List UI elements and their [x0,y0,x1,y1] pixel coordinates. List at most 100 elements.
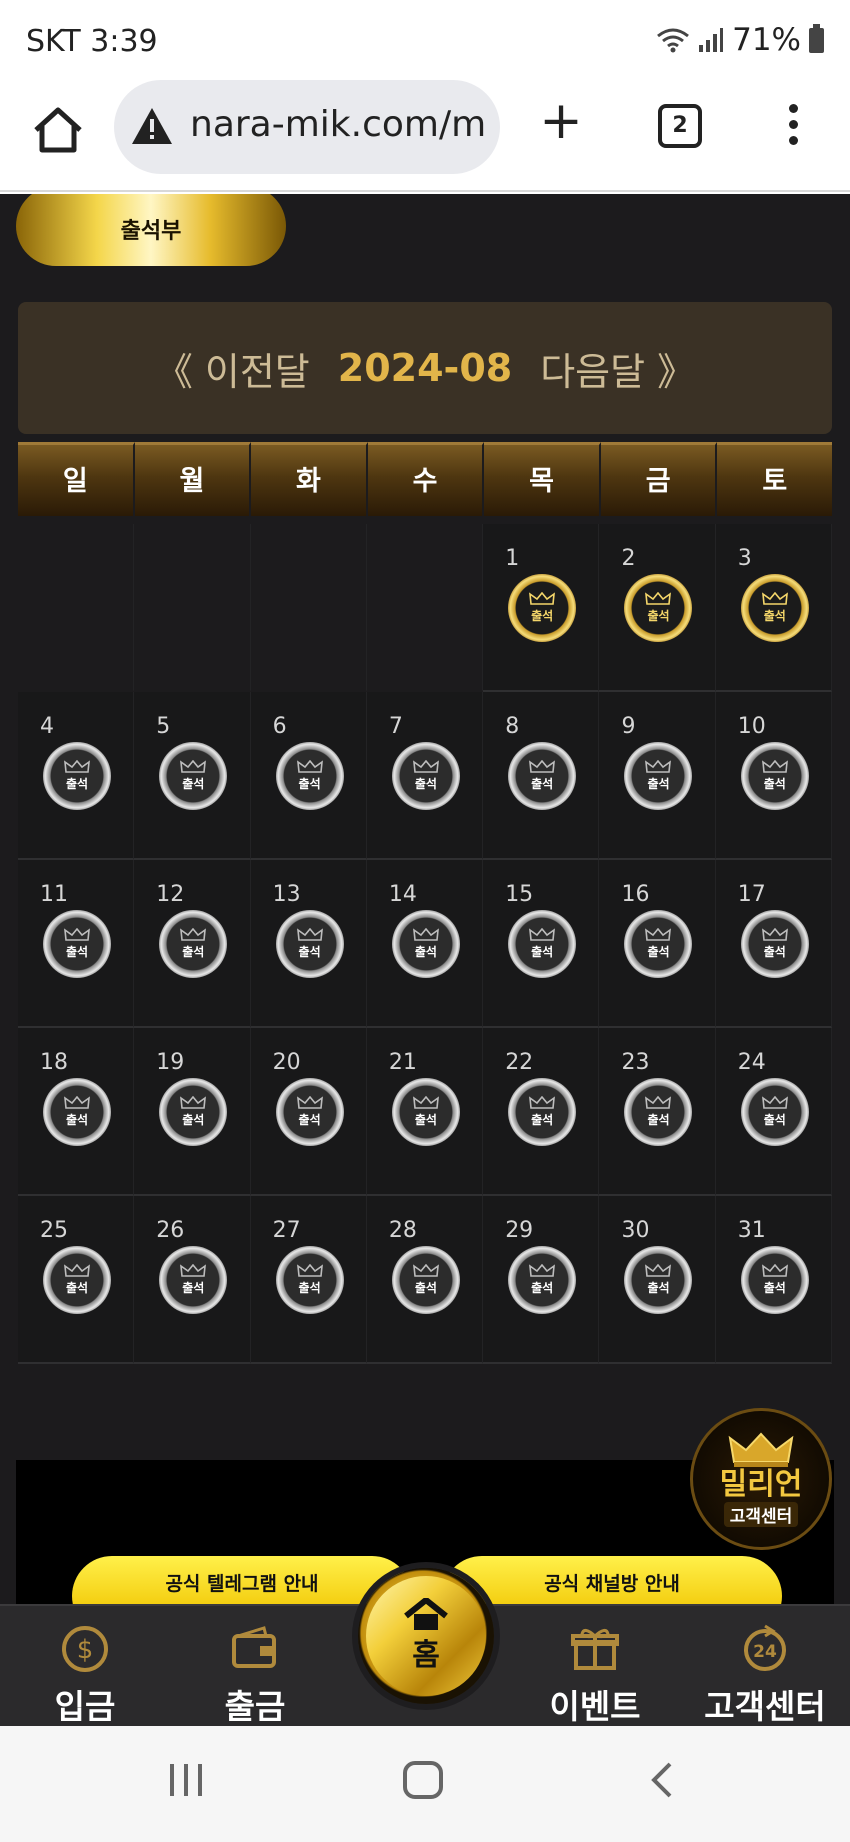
calendar-day-cell[interactable]: 25 출석 [18,1196,135,1364]
calendar-day-cell[interactable]: 13 출석 [250,860,367,1028]
calendar-empty-cell [366,524,484,692]
day-number: 18 [40,1050,68,1075]
new-tab-button[interactable]: + [536,95,586,148]
next-month-button[interactable]: 다음달 》 [540,341,695,396]
calendar-day-cell[interactable]: 27 출석 [250,1196,367,1364]
calendar-day-cell[interactable]: 6 출석 [250,692,367,860]
attendance-stamp-unchecked: 출석 [391,1246,460,1314]
attendance-stamp-unchecked: 출석 [624,742,693,810]
crown-icon [529,1264,556,1277]
day-number: 30 [621,1218,650,1243]
calendar-day-cell[interactable]: 11 출석 [18,860,135,1028]
attendance-stamp-unchecked: 출석 [275,1246,344,1314]
calendar-day-cell[interactable]: 20 출석 [250,1028,367,1196]
crown-icon [64,1096,90,1109]
attendance-tab[interactable]: 출석부 [16,194,286,266]
crown-icon [296,1264,323,1277]
attendance-stamp-unchecked: 출석 [43,1246,111,1314]
attendance-stamp-unchecked: 출석 [391,1078,460,1146]
recent-apps-icon[interactable] [166,1760,206,1800]
nav-home-inner[interactable]: 홈 [366,1576,486,1696]
crown-icon [761,1264,788,1277]
support-badge[interactable]: 밀리언 고객센터 [690,1408,832,1550]
home-circle-icon[interactable] [402,1760,444,1800]
stamp-label: 출석 [298,945,321,959]
day-number: 31 [737,1218,766,1243]
weekday-tue: 화 [251,442,368,516]
calendar-day-cell[interactable]: 9 출석 [599,692,716,860]
nav-event[interactable]: 이벤트 [520,1606,670,1728]
stamp-label: 출석 [414,945,437,959]
attendance-stamp-unchecked: 출석 [391,742,460,810]
calendar-day-cell[interactable]: 7 출석 [366,692,484,860]
nav-event-label: 이벤트 [549,1687,641,1726]
nav-deposit[interactable]: $ 입금 [10,1606,160,1728]
day-number: 28 [388,1218,417,1243]
calendar-empty-cell [18,524,135,692]
battery-percent: 71% [732,22,801,58]
attendance-stamp-unchecked: 출석 [508,910,577,978]
calendar-day-cell[interactable]: 8 출석 [483,692,600,860]
attendance-stamp-unchecked: 출석 [508,742,577,810]
calendar-day-cell[interactable]: 26 출석 [134,1196,251,1364]
attendance-stamp-unchecked: 출석 [275,1078,344,1146]
wifi-icon [657,28,690,53]
day-number: 23 [621,1050,650,1075]
back-icon[interactable] [646,1760,676,1800]
page-content: 출석부 《 이전달 2024-08 다음달 》 일 월 화 수 목 금 토 1 출… [0,194,850,1726]
weekday-wed: 수 [367,442,485,516]
crown-icon [529,928,556,941]
calendar-day-cell[interactable]: 17 출석 [715,860,833,1028]
calendar-day-cell[interactable]: 24 출석 [715,1028,833,1196]
calendar-day-cell[interactable]: 1 출석 [483,524,600,692]
calendar-day-cell[interactable]: 2 출석 [599,524,716,692]
stamp-label: 출석 [65,945,89,959]
stamp-label: 출석 [531,945,554,959]
nav-support[interactable]: 24 고객센터 [690,1606,840,1728]
stamp-label: 출석 [65,777,89,791]
home-icon[interactable] [30,102,86,158]
attendance-stamp-unchecked: 출석 [624,1078,693,1146]
tab-switcher-button[interactable]: 2 [658,104,702,148]
crown-icon [761,1096,788,1109]
calendar-day-cell[interactable]: 15 출석 [483,860,600,1028]
day-number: 16 [621,882,650,907]
calendar-day-cell[interactable]: 10 출석 [715,692,833,860]
stamp-label: 출석 [298,1281,321,1295]
address-bar[interactable]: nara-mik.com/m [114,80,500,174]
calendar-day-cell[interactable]: 18 출석 [18,1028,135,1196]
attendance-stamp-unchecked: 출석 [508,1246,577,1314]
prev-month-button[interactable]: 《 이전달 [155,341,310,396]
calendar-day-cell[interactable]: 3 출석 [715,524,833,692]
nav-withdraw[interactable]: 출금 [180,1606,330,1728]
day-number: 10 [737,714,766,739]
calendar-day-cell[interactable]: 5 출석 [134,692,251,860]
calendar-day-cell[interactable]: 22 출석 [483,1028,600,1196]
warning-icon[interactable] [130,106,174,146]
crown-icon [529,760,556,773]
weekday-header: 일 월 화 수 목 금 토 [18,442,833,516]
day-number: 2 [621,546,636,571]
calendar-day-cell[interactable]: 29 출석 [483,1196,600,1364]
day-number: 27 [272,1218,301,1243]
nav-home-button[interactable]: 홈 [358,1568,494,1704]
calendar-day-cell[interactable]: 4 출석 [18,692,135,860]
calendar-day-cell[interactable]: 31 출석 [715,1196,833,1364]
stamp-label: 출석 [531,1113,554,1127]
calendar-day-cell[interactable]: 21 출석 [366,1028,484,1196]
calendar-day-cell[interactable]: 23 출석 [599,1028,716,1196]
calendar-day-cell[interactable]: 28 출석 [366,1196,484,1364]
url-text[interactable]: nara-mik.com/m [190,104,486,145]
stamp-label: 출석 [182,1113,205,1127]
calendar-day-cell[interactable]: 16 출석 [599,860,716,1028]
weekday-sat: 토 [717,442,833,516]
crown-icon [64,928,90,941]
stamp-label: 출석 [531,1281,554,1295]
calendar-day-cell[interactable]: 19 출석 [134,1028,251,1196]
attendance-stamp-unchecked: 출석 [43,910,111,978]
calendar-day-cell[interactable]: 30 출석 [599,1196,716,1364]
calendar-day-cell[interactable]: 12 출석 [134,860,251,1028]
calendar-day-cell[interactable]: 14 출석 [366,860,484,1028]
more-menu-icon[interactable] [786,104,800,150]
stamp-label: 출석 [763,1281,786,1295]
